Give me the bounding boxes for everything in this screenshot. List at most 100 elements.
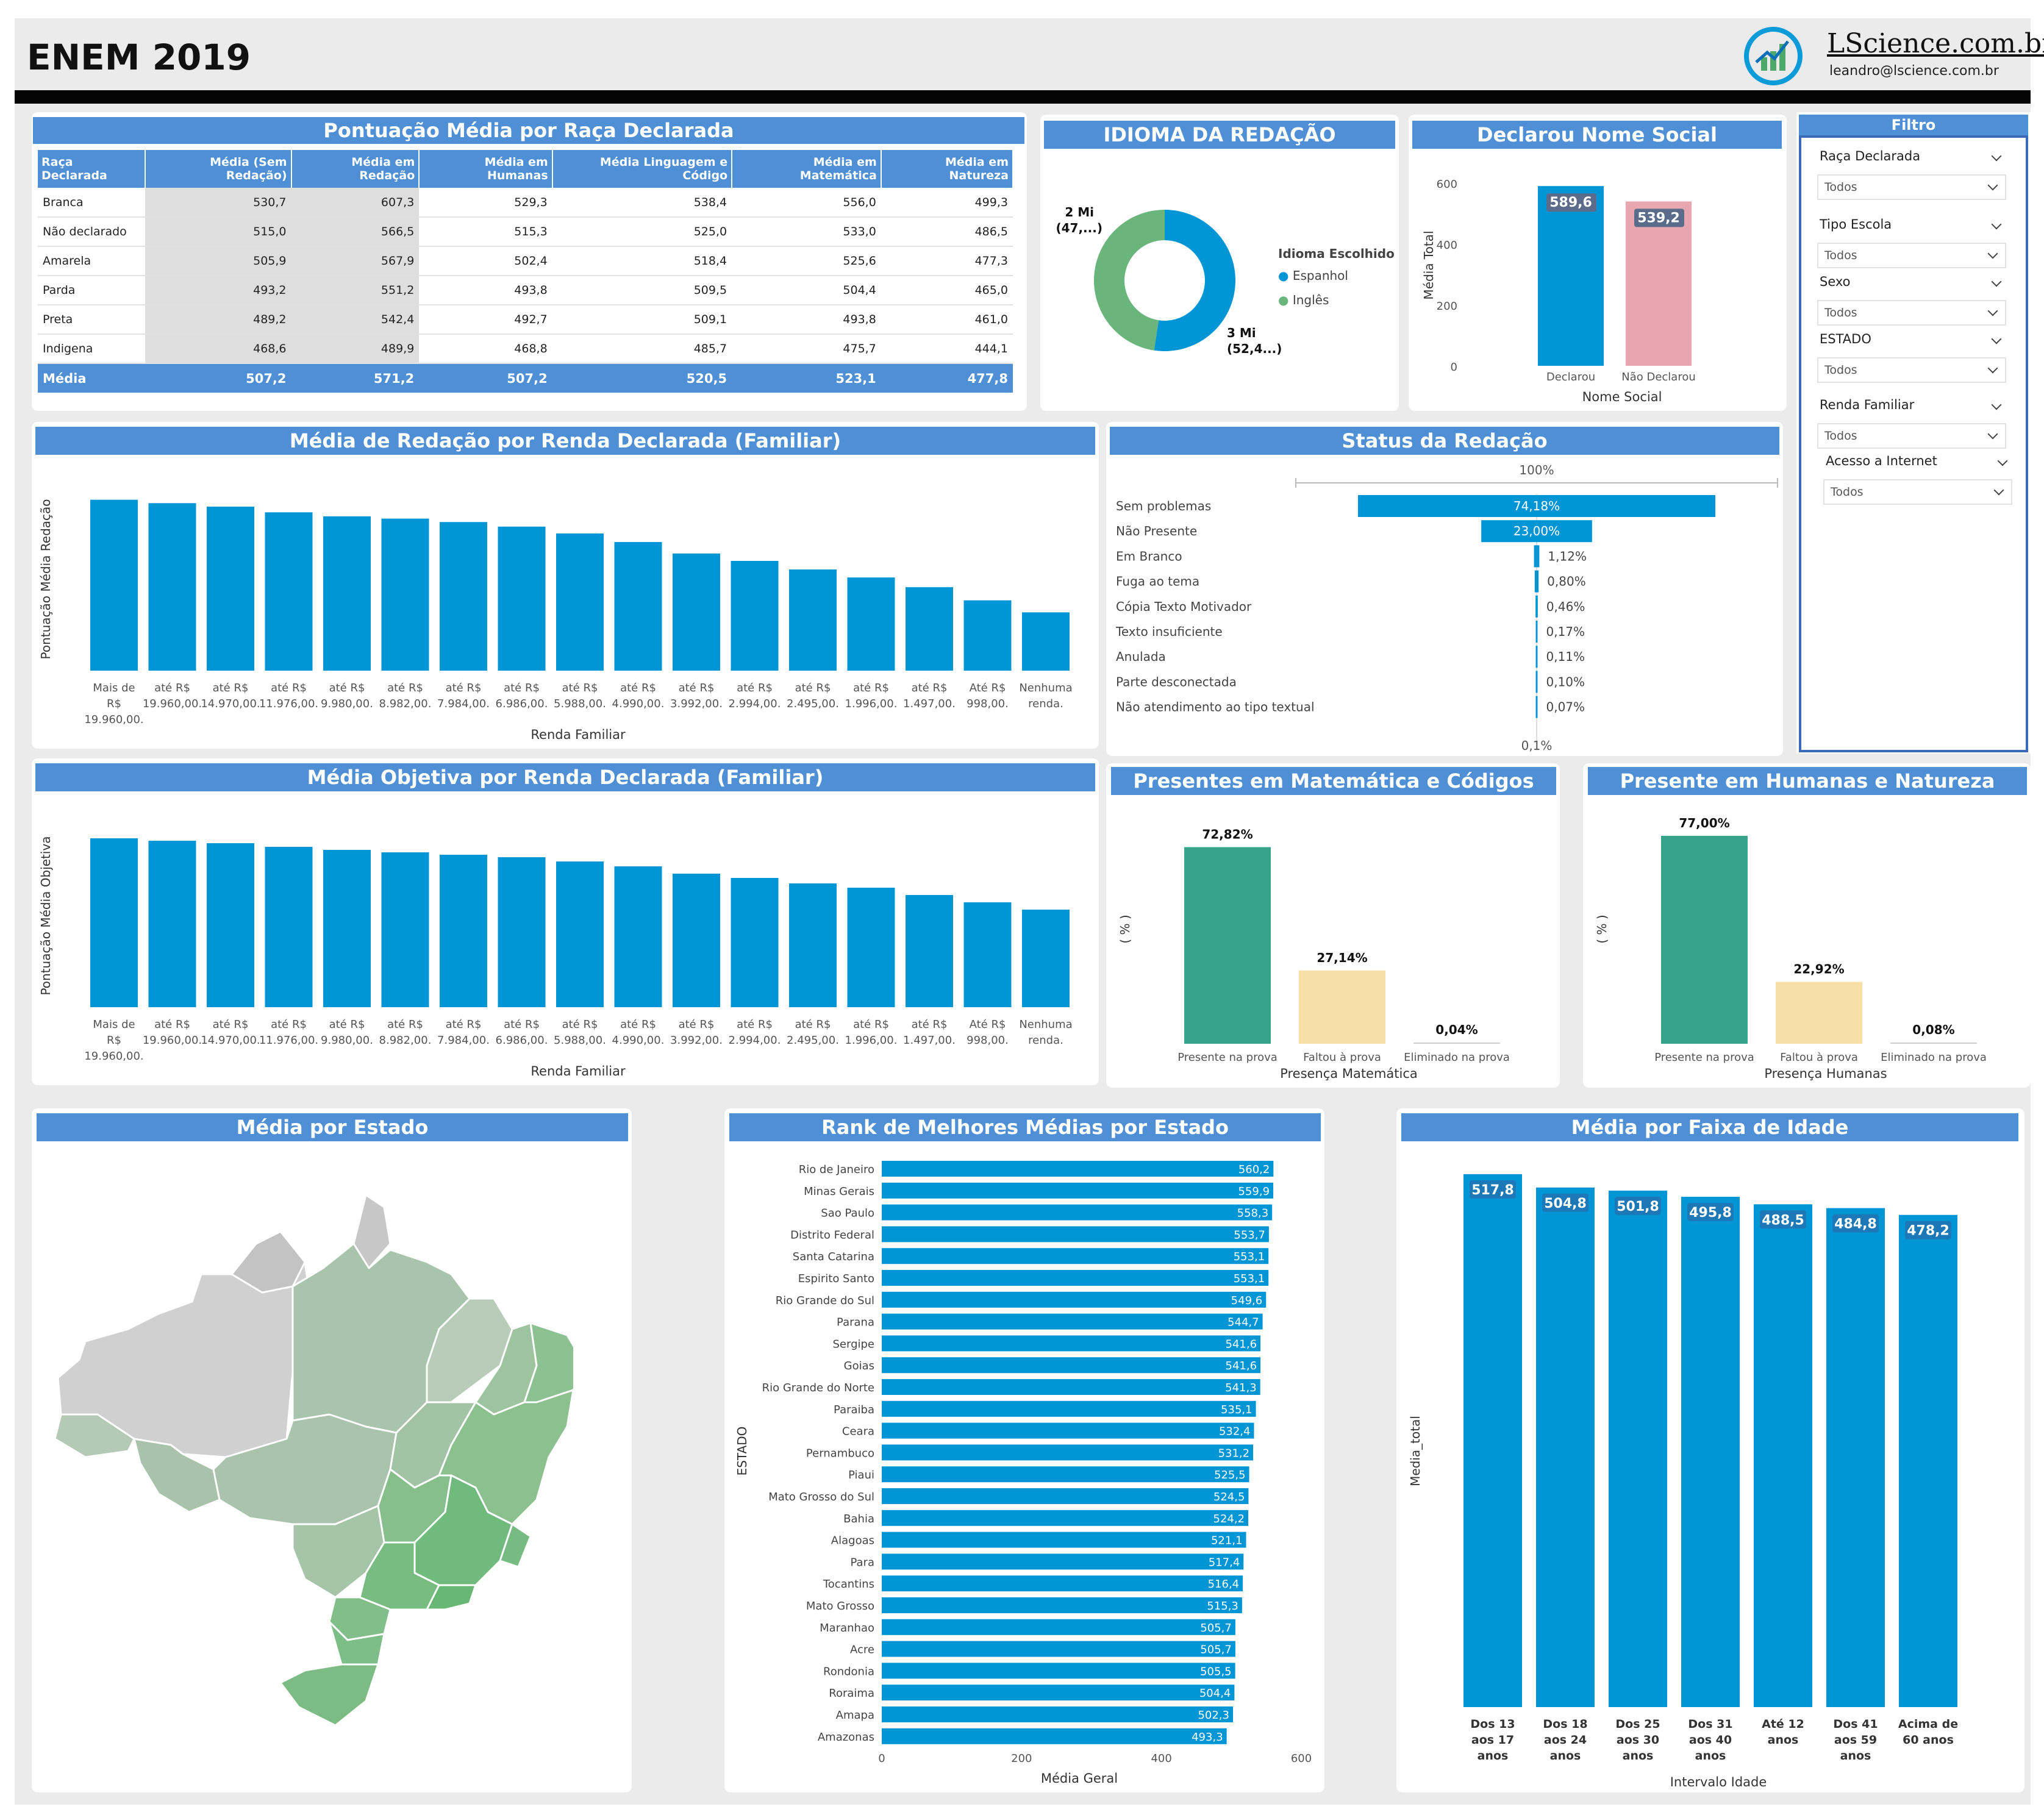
brazil-states-map[interactable] (49, 1183, 573, 1731)
legend-item-espanhol[interactable]: ● Espanhol (1278, 268, 1348, 283)
slicer-dropdown[interactable]: Todos (1817, 423, 2006, 449)
x-tick-label: renda. (1028, 697, 1063, 710)
table-cell: Branca (38, 188, 145, 218)
bar-0 (90, 499, 138, 671)
category-label: Goias (844, 1360, 874, 1372)
table-row[interactable]: Branca 530,7 607,3 529,3 538,4 556,0 499,3 (38, 188, 1013, 218)
data-label: 539,2 (1637, 210, 1680, 226)
x-tick-label: aos 17 (1471, 1733, 1514, 1747)
x-axis-label: Renda Familiar (531, 727, 626, 742)
objetiva-renda-chart: Pontuação Média Objetiva Mais de R$ 19.960,… (38, 836, 1073, 1079)
table-header-cell[interactable]: Raça Declarada (38, 150, 146, 188)
data-label: 22,92% (1793, 961, 1844, 976)
x-axis-label: Intervalo Idade (1670, 1775, 1767, 1789)
bar-0 (1661, 835, 1748, 1044)
table-row[interactable]: Parda 493,2 551,2 493,8 509,5 504,4 465,0 (38, 276, 1013, 305)
y-axis-label: Pontuação Média Objetiva (38, 836, 53, 995)
table-header-cell[interactable]: Média em Matemática (732, 150, 882, 188)
category-label: Mato Grosso (806, 1600, 874, 1613)
bar-11 (882, 1400, 1256, 1417)
table-cell: 542,4 (291, 305, 420, 335)
x-tick-label: 600 (1291, 1752, 1312, 1765)
data-label: 484,8 (1834, 1217, 1877, 1232)
legend-item-ingles[interactable]: ● Inglês (1278, 293, 1329, 307)
slicer-dropdown[interactable]: Todos (1817, 174, 2006, 200)
x-tick-label: anos (1478, 1749, 1509, 1763)
bar-1 (882, 1182, 1274, 1199)
category-label: Bahia (843, 1513, 874, 1525)
idioma-donut-chart (1094, 210, 1235, 351)
table-header-cell[interactable]: Média Linguagem e Código (552, 150, 733, 188)
x-tick-label: até R$ (679, 682, 715, 694)
data-label: 0,46% (1546, 599, 1585, 614)
x-tick-label: até R$ (446, 1018, 482, 1031)
data-label: 0,10% (1546, 674, 1585, 689)
bar-8 (882, 1335, 1261, 1352)
x-tick-label: renda. (1028, 1034, 1063, 1047)
slicer-dropdown[interactable]: Todos (1817, 300, 2006, 326)
race-table: Raça Declarada Média (Sem Redação) Média e… (38, 150, 1014, 393)
data-label: 27,14% (1317, 950, 1367, 965)
x-tick-label: Nenhuma (1019, 682, 1072, 694)
slicer-label: Tipo Escola (1820, 217, 1892, 232)
x-tick-label: Presente na prova (1177, 1051, 1278, 1064)
table-row[interactable]: Preta 489,2 542,4 492,7 509,1 493,8 461,0 (38, 305, 1013, 335)
table-cell: 529,3 (419, 188, 552, 218)
bar-2 (882, 1204, 1273, 1221)
x-tick-label: 19.960,00. (143, 1034, 202, 1047)
data-label: 0,04% (1435, 1022, 1478, 1037)
x-tick-label: 200 (1011, 1752, 1032, 1765)
table-cell: 468,8 (419, 334, 552, 364)
data-label: 501,8 (1617, 1199, 1659, 1214)
slicer-dropdown[interactable]: Todos (1823, 479, 2012, 505)
slicer-value: Todos (1824, 306, 1857, 319)
x-tick-label: 5.988,00. (554, 697, 606, 710)
table-cell: 486,5 (881, 217, 1013, 247)
bar-14 (906, 587, 953, 671)
brand-link[interactable]: LScience.com.br (1827, 28, 2044, 59)
table-total-cell: 507,2 (145, 363, 291, 393)
x-tick-label: 11.976,00. (259, 1034, 318, 1047)
bar-2 (207, 506, 254, 671)
bar-5 (381, 852, 429, 1007)
table-header-cell[interactable]: Média em Humanas (419, 150, 553, 188)
x-tick-label: 3.992,00. (670, 697, 723, 710)
table-header-cell[interactable]: Média (Sem Redação) (145, 150, 292, 188)
table-cell: 515,3 (419, 217, 552, 247)
data-label: 541,6 (1226, 1360, 1257, 1372)
table-row[interactable]: Indigena 468,6 489,9 468,8 485,7 475,7 444,1 (38, 334, 1013, 364)
bar-16 (1022, 612, 1070, 671)
x-axis-label: Média Geral (1041, 1771, 1118, 1786)
table-header-cell[interactable]: Média em Redação (291, 150, 420, 188)
table-header-cell[interactable]: Média em Natureza (881, 150, 1014, 188)
table-row[interactable]: Amarela 505,9 567,9 502,4 518,4 525,6 477,3 (38, 246, 1013, 276)
x-tick-label: 2.994,00. (729, 697, 781, 710)
x-tick-label: aos 59 (1834, 1733, 1877, 1747)
bar-1 (1299, 970, 1385, 1044)
bar-5 (381, 518, 429, 671)
bar-3 (265, 847, 313, 1007)
nome-social-chart: 0 200 400 600 Média Total 589,6 Declarou 539,2 N… (1421, 178, 1696, 404)
bar-16 (1022, 910, 1070, 1007)
category-label: Roraima (829, 1687, 874, 1700)
table-cell: 538,4 (552, 188, 732, 218)
x-tick-label: aos 40 (1689, 1733, 1732, 1747)
slicer-label: Acesso a Internet (1826, 454, 1937, 468)
objetiva-renda-title: Média Objetiva por Renda Declarada (Fami… (35, 763, 1095, 791)
funnel-bar-6 (1535, 646, 1538, 668)
chevron-down-icon (1987, 180, 1998, 191)
x-tick-label: até R$ (329, 1018, 365, 1031)
bar-5 (882, 1270, 1269, 1286)
table-cell: Parda (38, 276, 145, 305)
data-label: 524,5 (1213, 1491, 1245, 1503)
bar-18 (882, 1553, 1244, 1570)
table-row[interactable]: Não declarado 515,0 566,5 515,3 525,0 533,0 48… (38, 217, 1013, 247)
slicer-dropdown[interactable]: Todos (1817, 243, 2006, 268)
data-label: 516,4 (1208, 1578, 1240, 1591)
slicer-dropdown[interactable]: Todos (1817, 357, 2006, 383)
data-label: 517,4 (1209, 1556, 1240, 1569)
page-title: ENEM 2019 (27, 37, 251, 78)
presentes-hum-chart: ( % ) 77,00% Presente na prova 22,92% Faltou… (1595, 816, 1987, 1081)
table-cell: 556,0 (732, 188, 881, 218)
table-cell: 489,9 (291, 334, 420, 364)
